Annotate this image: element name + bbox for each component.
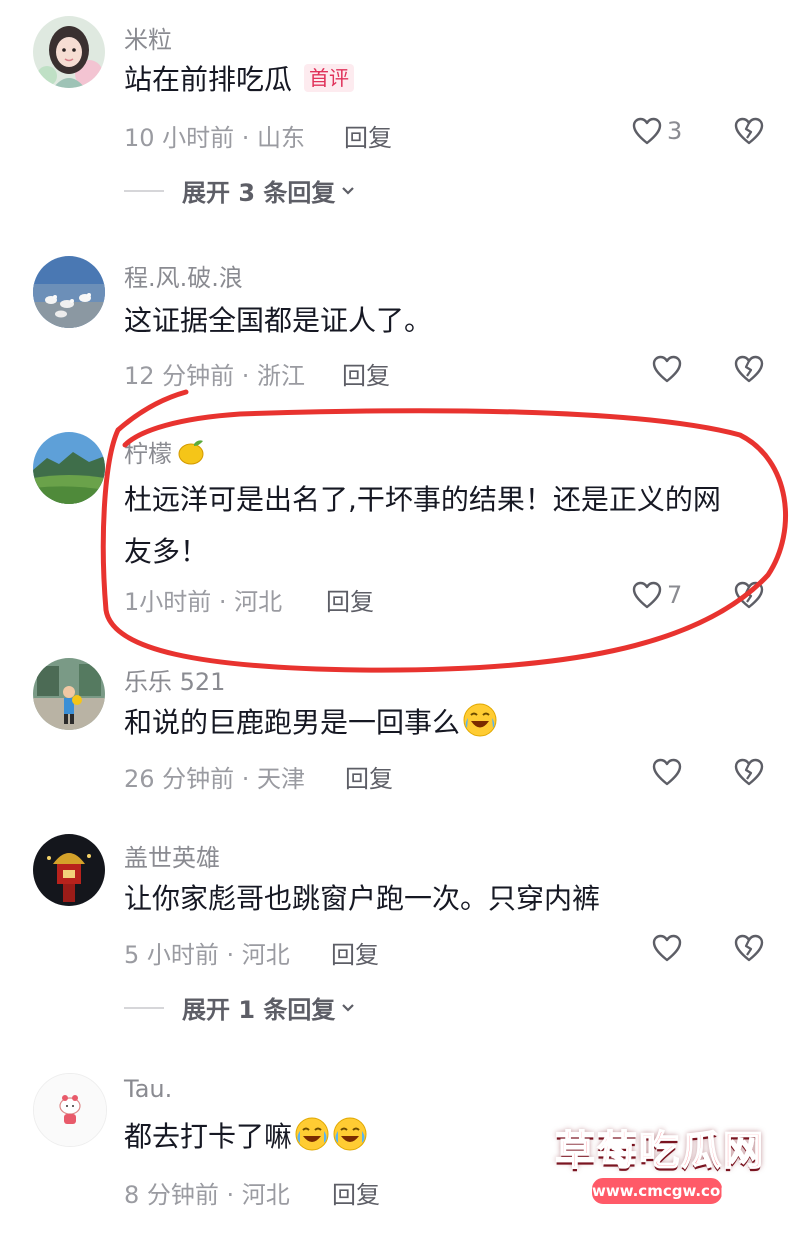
avatar[interactable] xyxy=(33,16,105,88)
watermark-title: 草莓吃瓜网 xyxy=(554,1127,765,1175)
divider-line xyxy=(124,1006,164,1009)
username[interactable]: 柠檬 xyxy=(124,434,206,472)
username[interactable]: 盖世英雄 xyxy=(124,838,220,873)
dislike-button[interactable] xyxy=(733,757,765,791)
comment-text-line: 友多！ xyxy=(124,535,209,568)
like-button[interactable]: 7 xyxy=(631,580,682,610)
chevron-down-icon xyxy=(342,1003,355,1012)
dislike-button[interactable] xyxy=(733,116,765,150)
broken-heart-icon xyxy=(734,934,764,962)
username[interactable]: 程.风.破.浪 xyxy=(124,258,243,293)
comment-text: 让你家彪哥也跳窗户跑一次。只穿内裤 xyxy=(124,882,601,915)
broken-heart-icon xyxy=(734,758,764,786)
comment-text: 和说的巨鹿跑男是一回事么 xyxy=(124,700,774,752)
comment-meta: 5 小时前 · 河北 xyxy=(124,941,290,969)
comment-text: 站在前排吃瓜 首评 xyxy=(124,57,774,103)
heart-icon xyxy=(652,355,682,383)
broken-heart-icon xyxy=(734,117,764,145)
username[interactable]: 米粒 xyxy=(124,20,172,55)
site-watermark-logo: 草莓吃瓜网 www.cmcgw.com xyxy=(540,1118,780,1210)
like-count: 7 xyxy=(667,581,683,609)
broken-heart-icon xyxy=(734,355,764,383)
avatar[interactable] xyxy=(33,256,105,328)
comment-text: 杜远洋可是出名了,干坏事的结果！还是正义的网 友多！ xyxy=(124,477,774,575)
rofl-emoji-icon xyxy=(462,702,498,752)
expand-replies-button[interactable]: 展开 3 条回复 xyxy=(124,173,357,208)
like-button[interactable] xyxy=(651,757,683,787)
divider-line xyxy=(124,189,164,192)
reply-button[interactable]: 回复 xyxy=(345,759,393,794)
like-button[interactable] xyxy=(651,933,683,963)
lemon-emoji-icon xyxy=(176,438,206,472)
comment-meta: 10 小时前 · 山东 xyxy=(124,124,306,152)
avatar[interactable] xyxy=(33,834,105,906)
chevron-down-icon xyxy=(342,186,355,195)
watermark-url: www.cmcgw.com xyxy=(590,1176,736,1206)
username[interactable]: Tau. xyxy=(124,1075,172,1103)
comment-text: 这证据全国都是证人了。 xyxy=(124,304,433,337)
like-button[interactable]: 3 xyxy=(631,116,682,146)
first-comment-badge: 首评 xyxy=(304,64,355,92)
heart-icon xyxy=(652,758,682,786)
comment-text-content: 和说的巨鹿跑男是一回事么 xyxy=(124,706,461,739)
dislike-button[interactable] xyxy=(733,354,765,388)
reply-button[interactable]: 回复 xyxy=(331,935,379,970)
comment-text-content: 站在前排吃瓜 xyxy=(124,63,293,96)
heart-icon xyxy=(632,581,662,609)
reply-button[interactable]: 回复 xyxy=(332,1175,380,1210)
username[interactable]: 乐乐 521 xyxy=(124,662,225,697)
joy-emoji-icon xyxy=(294,1116,330,1166)
comment-text-content: 都去打卡了嘛 xyxy=(124,1120,293,1153)
avatar[interactable] xyxy=(33,658,105,730)
joy-emoji-icon xyxy=(332,1116,368,1166)
red-annotation-circle xyxy=(100,389,788,673)
avatar[interactable] xyxy=(33,1073,107,1147)
comment-meta: 26 分钟前 · 天津 xyxy=(124,765,306,793)
like-count: 3 xyxy=(667,117,683,145)
avatar[interactable] xyxy=(33,432,105,504)
dislike-button[interactable] xyxy=(733,580,765,614)
like-button[interactable] xyxy=(651,354,683,384)
comment-meta: 1小时前 · 河北 xyxy=(124,588,283,616)
expand-replies-label: 展开 1 条回复 xyxy=(182,996,336,1024)
expand-replies-label: 展开 3 条回复 xyxy=(182,179,336,207)
comment-meta: 12 分钟前 · 浙江 xyxy=(124,362,306,390)
comment-meta: 8 分钟前 · 河北 xyxy=(124,1181,290,1209)
username-text: 柠檬 xyxy=(124,440,172,468)
comment-text-line: 杜远洋可是出名了,干坏事的结果！还是正义的网 xyxy=(124,483,721,516)
dislike-button[interactable] xyxy=(733,933,765,967)
heart-icon xyxy=(632,117,662,145)
reply-button[interactable]: 回复 xyxy=(326,582,374,617)
broken-heart-icon xyxy=(734,581,764,609)
expand-replies-button[interactable]: 展开 1 条回复 xyxy=(124,990,357,1025)
heart-icon xyxy=(652,934,682,962)
reply-button[interactable]: 回复 xyxy=(342,356,390,391)
reply-button[interactable]: 回复 xyxy=(344,118,392,153)
